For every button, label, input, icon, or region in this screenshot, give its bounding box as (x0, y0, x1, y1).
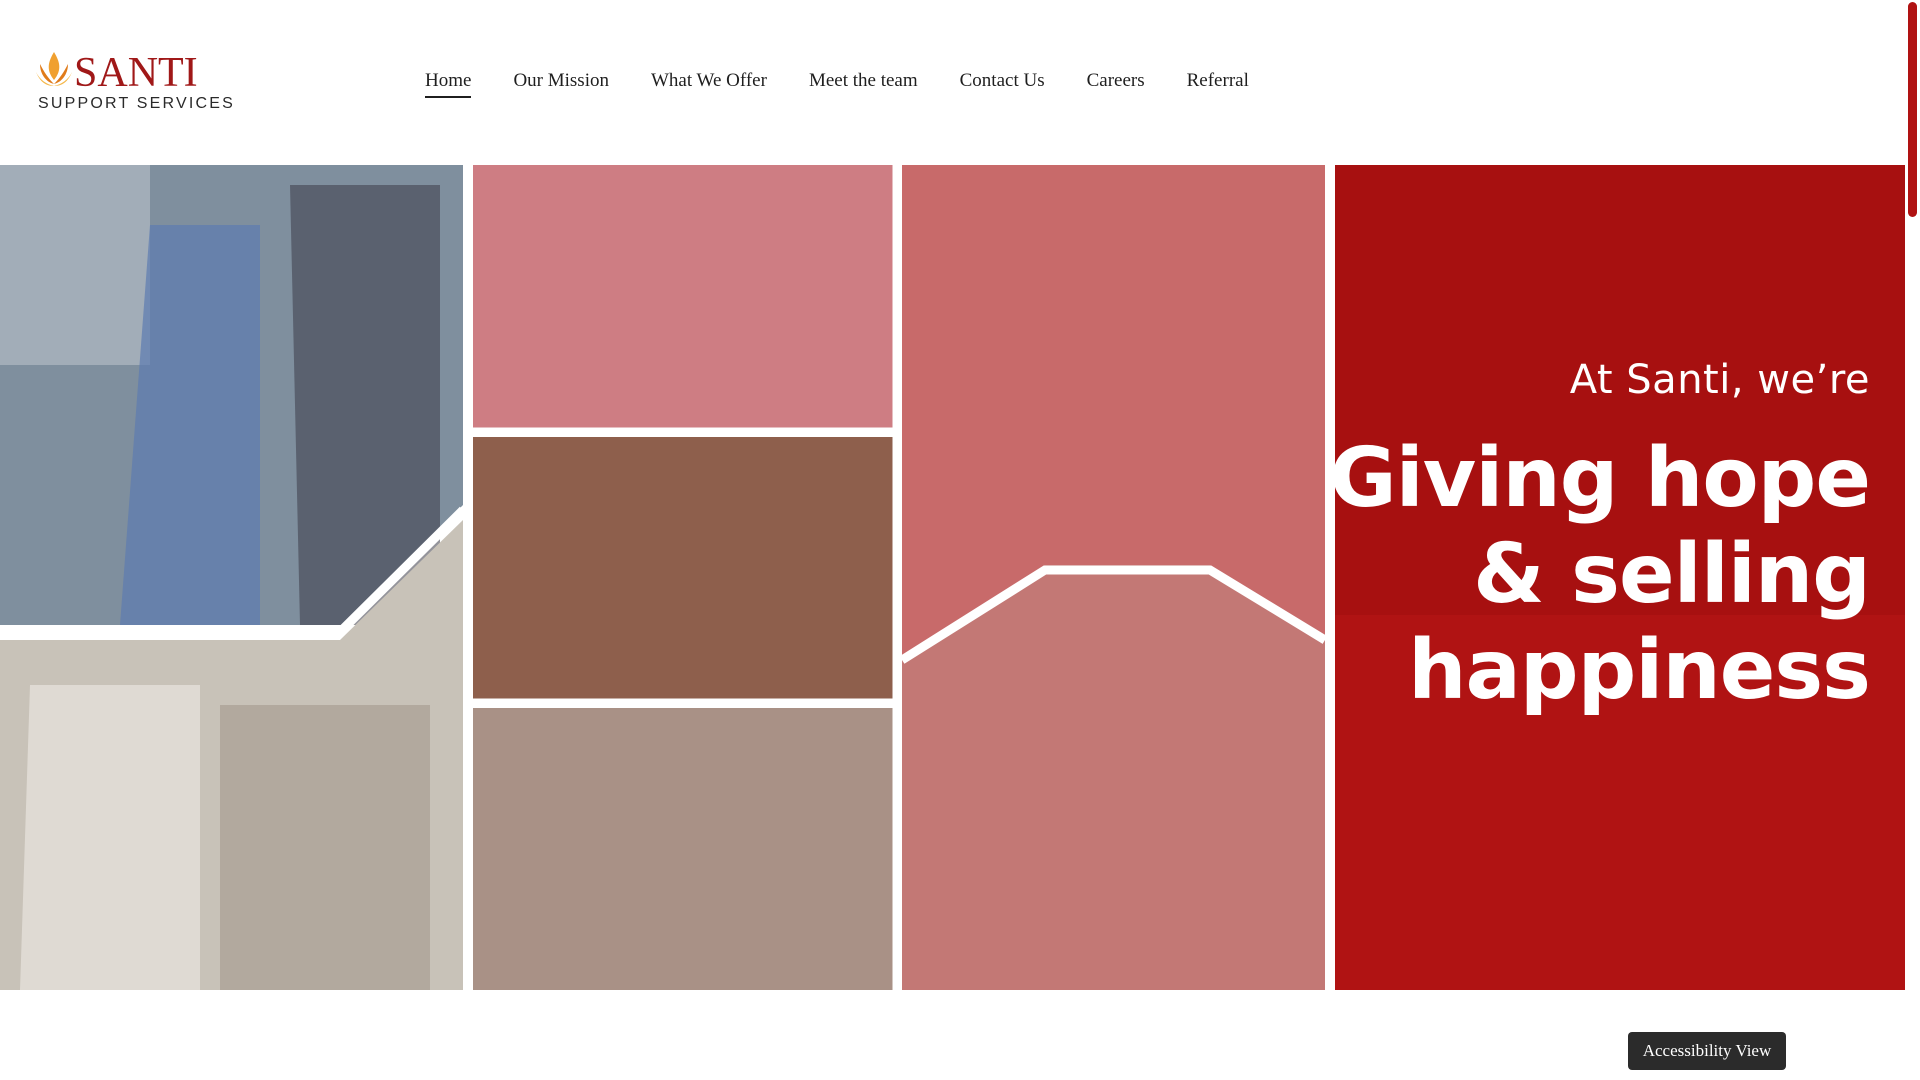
site-header: SANTI SUPPORT SERVICES Home Our Mission … (0, 0, 1905, 165)
nav-meet-the-team[interactable]: Meet the team (809, 70, 918, 98)
nav-what-we-offer[interactable]: What We Offer (651, 70, 767, 98)
nav-home[interactable]: Home (425, 70, 472, 98)
nav-our-mission[interactable]: Our Mission (513, 70, 609, 98)
accessibility-view-button[interactable]: Accessibility View (1628, 1032, 1786, 1070)
hero-line-3: happiness (1408, 623, 1871, 718)
hero-headline: At Santi, we’re Giving hope & selling ha… (1329, 357, 1871, 719)
scrollbar-thumb[interactable] (1908, 2, 1917, 217)
santi-logo[interactable]: SANTI SUPPORT SERVICES (34, 44, 244, 114)
hero-pretitle: At Santi, we’re (1569, 357, 1870, 403)
hero-line-2: & selling (1473, 527, 1871, 622)
lotus-logo-icon: SANTI SUPPORT SERVICES (36, 50, 235, 112)
nav-contact-us[interactable]: Contact Us (960, 70, 1045, 98)
hero-line-1: Giving hope (1329, 431, 1871, 526)
logo-wordmark: SANTI (74, 50, 198, 96)
nav-careers[interactable]: Careers (1087, 70, 1145, 98)
hero-banner: At Santi, we’re Giving hope & selling ha… (0, 165, 1905, 990)
page-scrollbar[interactable] (1905, 0, 1920, 1080)
logo-tagline: SUPPORT SERVICES (38, 95, 235, 112)
main-nav: Home Our Mission What We Offer Meet the … (425, 70, 1249, 98)
nav-referral[interactable]: Referral (1187, 70, 1249, 98)
